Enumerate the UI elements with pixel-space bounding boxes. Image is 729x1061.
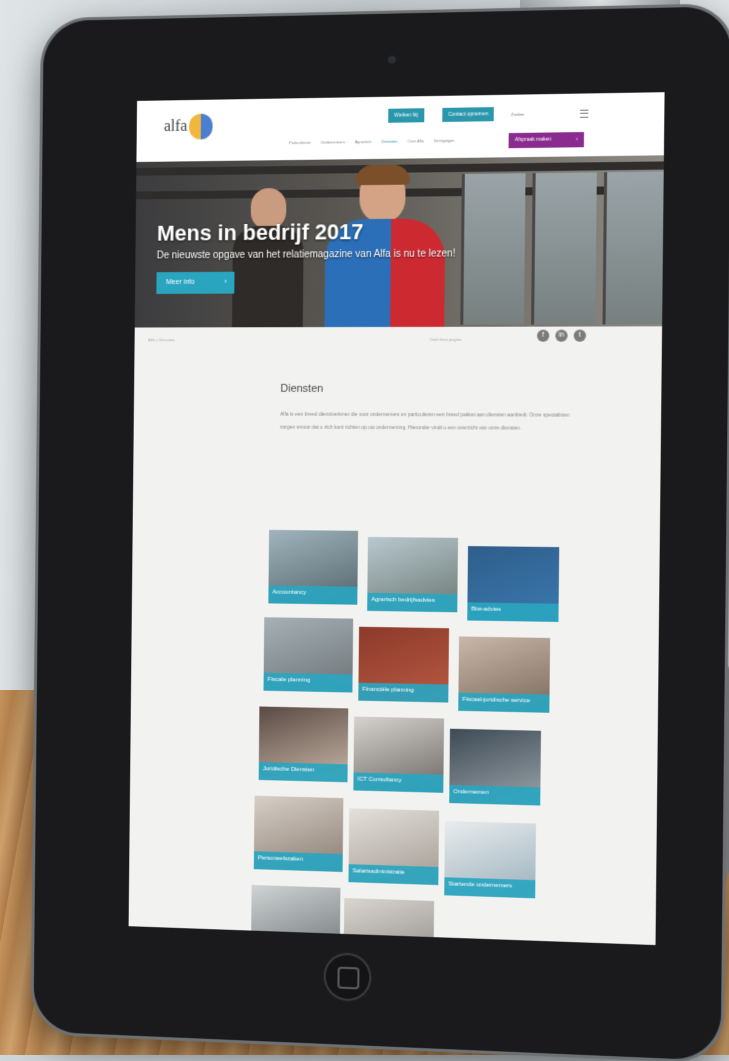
service-tile[interactable]: Startende ondernemers (444, 821, 536, 899)
service-tile[interactable]: Btw-advies (467, 546, 560, 622)
tile-label: Ondernemen (449, 784, 541, 806)
service-tile[interactable]: ICT Consultancy (353, 716, 445, 793)
hero-title: Mens in bedrijf 2017 (156, 219, 364, 246)
tile-label: Agrarisch bedrijfsadvies (367, 592, 458, 613)
site-logo-text[interactable]: alfa (164, 118, 187, 136)
service-tile[interactable]: Fiscale planning (263, 617, 354, 693)
service-tile[interactable]: Agrarisch bedrijfsadvies (367, 536, 459, 613)
breadcrumb[interactable]: Alfa > Diensten (148, 337, 174, 342)
contact-button[interactable]: Contact opnemen (442, 107, 495, 122)
afspraak-button[interactable]: Afspraak maken › (508, 132, 585, 149)
tile-label: Financiële planning (358, 682, 449, 703)
tablet-device: alfa Werken bij Contact opnemen Zoeken P… (33, 6, 729, 1061)
logo-icon[interactable] (189, 113, 213, 140)
service-tile[interactable]: Fiscaal-juridische service (458, 636, 551, 713)
tile-label: ICT Consultancy (353, 772, 444, 793)
nav-item-diensten[interactable]: Diensten (382, 139, 398, 144)
intro-text: Alfa is een breed dienstverlener die voo… (279, 411, 570, 432)
hero-window (460, 173, 526, 325)
service-tile[interactable] (343, 897, 435, 946)
meer-info-label: Meer info (166, 278, 195, 286)
hamburger-menu-icon[interactable] (580, 109, 589, 118)
front-camera (387, 55, 396, 64)
nav-item-particulieren[interactable]: Particulieren (289, 140, 311, 145)
tile-label: Btw-advies (467, 602, 559, 622)
nav-item-over-alfa[interactable]: Over Alfa (407, 138, 424, 143)
tile-label: Fiscale planning (263, 672, 353, 693)
tile-label: Salarisadministratie (348, 864, 439, 886)
tile-label: Fiscaal-juridische service (458, 692, 550, 713)
service-tile[interactable]: Financiële planning (358, 626, 450, 703)
service-tile[interactable]: Salarisadministratie (348, 808, 440, 886)
tablet-screen: alfa Werken bij Contact opnemen Zoeken P… (128, 92, 665, 946)
main-nav: Particulieren Ondernemers Agrarisch Dien… (289, 138, 455, 145)
page-title: Diensten (280, 382, 324, 395)
service-tile[interactable]: Juridische Diensten (258, 706, 349, 783)
hero-window (531, 172, 597, 325)
service-tile[interactable]: Personeelszaken (253, 795, 344, 872)
service-grid: Accountancy Agrarisch bedrijfsadvies Btw… (250, 529, 577, 946)
home-square-icon (337, 966, 360, 990)
afspraak-button-label: Afspraak maken (514, 136, 552, 144)
home-button[interactable] (323, 952, 372, 1002)
site-header: alfa Werken bij Contact opnemen Zoeken P… (136, 92, 665, 163)
service-tile[interactable]: Ondernemen (449, 728, 542, 806)
chevron-right-icon: › (576, 136, 578, 143)
nav-item-vestigingen[interactable]: Vestigingen (434, 138, 455, 143)
nav-item-ondernemers[interactable]: Ondernemers (321, 139, 345, 144)
tile-label: Juridische Diensten (258, 762, 348, 783)
tile-label: Accountancy (268, 585, 358, 605)
tablet-wrapper: alfa Werken bij Contact opnemen Zoeken P… (0, 0, 729, 1061)
hero-banner: Mens in bedrijf 2017 De nieuwste opgave … (134, 155, 664, 328)
service-tile[interactable]: Accountancy (268, 529, 359, 605)
service-tile[interactable] (250, 884, 341, 946)
werken-bij-button[interactable]: Werken bij (388, 108, 424, 123)
linkedin-icon[interactable]: in (555, 329, 568, 342)
tile-label: Personeelszaken (253, 851, 343, 872)
search-link[interactable]: Zoeken (511, 112, 525, 117)
hero-subtitle: De nieuwste opgave van het relatiemagazi… (156, 248, 456, 262)
meer-info-button[interactable]: Meer info › (156, 271, 235, 294)
hero-window (602, 171, 664, 325)
chevron-right-icon: › (224, 278, 227, 286)
twitter-icon[interactable]: t (573, 329, 587, 342)
share-label: Deel deze pagina (429, 336, 462, 342)
nav-item-agrarisch[interactable]: Agrarisch (355, 139, 372, 144)
facebook-icon[interactable]: f (536, 329, 550, 342)
tile-label: Startende ondernemers (444, 877, 536, 899)
